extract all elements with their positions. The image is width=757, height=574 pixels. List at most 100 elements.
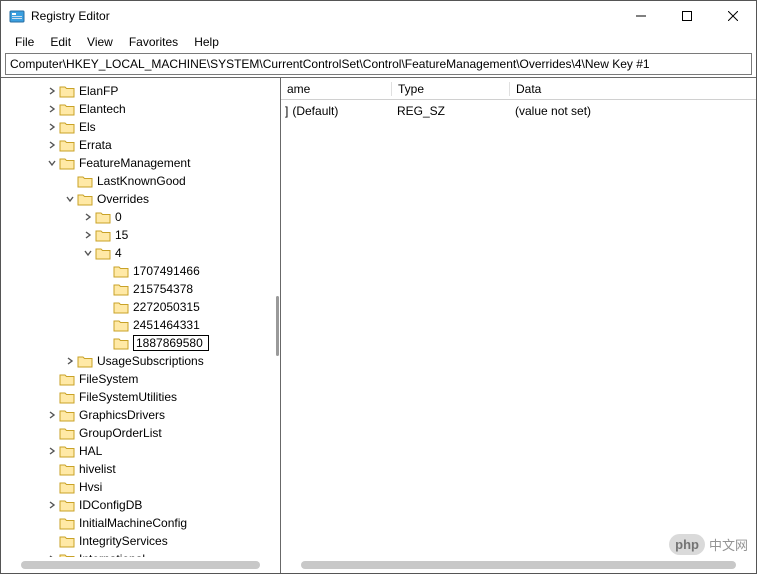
column-headers[interactable]: ame Type Data: [281, 78, 756, 100]
tree-label: FileSystem: [79, 370, 138, 388]
folder-icon: [77, 354, 93, 368]
tree-item-FileSystemUtilities[interactable]: FileSystemUtilities: [1, 388, 280, 406]
tree-item-GroupOrderList[interactable]: GroupOrderList: [1, 424, 280, 442]
expander-icon[interactable]: [63, 195, 77, 203]
expander-icon[interactable]: [45, 105, 59, 113]
tree-item-215754378[interactable]: 215754378: [1, 280, 280, 298]
watermark-php: php: [669, 534, 705, 555]
folder-icon: [59, 552, 75, 557]
maximize-button[interactable]: [664, 1, 710, 31]
menu-favorites[interactable]: Favorites: [121, 33, 186, 51]
expander-icon[interactable]: [45, 447, 59, 455]
folder-icon: [59, 102, 75, 116]
tree-label: GraphicsDrivers: [79, 406, 165, 424]
folder-icon: [59, 498, 75, 512]
tree-view[interactable]: ElanFP Elantech Els Errata: [1, 78, 280, 557]
tree-label: InitialMachineConfig: [79, 514, 187, 532]
expander-icon[interactable]: [63, 357, 77, 365]
tree-item-FileSystem[interactable]: FileSystem: [1, 370, 280, 388]
tree-label: ElanFP: [79, 82, 118, 100]
tree-item-2272050315[interactable]: 2272050315: [1, 298, 280, 316]
expander-icon[interactable]: [45, 555, 59, 557]
expander-icon[interactable]: [45, 87, 59, 95]
close-button[interactable]: [710, 1, 756, 31]
expander-icon[interactable]: [81, 249, 95, 257]
splitter-handle[interactable]: [276, 296, 280, 356]
expander-icon[interactable]: [45, 123, 59, 131]
folder-icon: [77, 174, 93, 188]
folder-icon: [95, 246, 111, 260]
tree-item-1707491466[interactable]: 1707491466: [1, 262, 280, 280]
watermark-cn: 中文网: [709, 535, 748, 554]
col-name[interactable]: ame: [281, 82, 391, 96]
expander-icon[interactable]: [45, 159, 59, 167]
tree-item-Els[interactable]: Els: [1, 118, 280, 136]
value-type-cell: REG_SZ: [391, 104, 509, 118]
expander-icon[interactable]: [81, 231, 95, 239]
expander-icon[interactable]: [45, 141, 59, 149]
menu-help[interactable]: Help: [186, 33, 227, 51]
expander-icon[interactable]: [81, 213, 95, 221]
address-bar[interactable]: Computer\HKEY_LOCAL_MACHINE\SYSTEM\Curre…: [5, 53, 752, 75]
tree-item-ElanFP[interactable]: ElanFP: [1, 82, 280, 100]
tree-item-new-key-editing[interactable]: [1, 334, 280, 352]
titlebar[interactable]: Registry Editor: [1, 1, 756, 31]
tree-panel: ElanFP Elantech Els Errata: [1, 78, 281, 573]
values-h-scrollbar[interactable]: [281, 557, 756, 573]
folder-icon: [77, 192, 93, 206]
tree-item-IDConfigDB[interactable]: IDConfigDB: [1, 496, 280, 514]
folder-icon: [113, 264, 129, 278]
col-type[interactable]: Type: [391, 82, 509, 96]
tree-item-hivelist[interactable]: hivelist: [1, 460, 280, 478]
new-key-name-input[interactable]: [133, 335, 209, 351]
tree-item-0[interactable]: 0: [1, 208, 280, 226]
expander-icon[interactable]: [45, 501, 59, 509]
tree-item-IntegrityServices[interactable]: IntegrityServices: [1, 532, 280, 550]
col-data[interactable]: Data: [509, 82, 756, 96]
window-controls: [618, 1, 756, 31]
tree-label: IntegrityServices: [79, 532, 168, 550]
tree-item-15[interactable]: 15: [1, 226, 280, 244]
tree-label: GroupOrderList: [79, 424, 162, 442]
regedit-icon: [9, 8, 25, 24]
tree-item-International[interactable]: International: [1, 550, 280, 557]
tree-item-InitialMachineConfig[interactable]: InitialMachineConfig: [1, 514, 280, 532]
tree-item-overrides[interactable]: Overrides: [1, 190, 280, 208]
tree-item-Errata[interactable]: Errata: [1, 136, 280, 154]
menu-edit[interactable]: Edit: [42, 33, 79, 51]
tree-label: hivelist: [79, 460, 116, 478]
folder-icon: [59, 480, 75, 494]
folder-icon: [59, 138, 75, 152]
tree-item-Elantech[interactable]: Elantech: [1, 100, 280, 118]
tree-item-featuremanagement[interactable]: FeatureManagement: [1, 154, 280, 172]
minimize-button[interactable]: [618, 1, 664, 31]
expander-icon[interactable]: [45, 411, 59, 419]
tree-label: Errata: [79, 136, 112, 154]
tree-item-usagesubscriptions[interactable]: UsageSubscriptions: [1, 352, 280, 370]
tree-item-HAL[interactable]: HAL: [1, 442, 280, 460]
tree-label: 215754378: [133, 280, 193, 298]
tree-item-Hvsi[interactable]: Hvsi: [1, 478, 280, 496]
tree-label: 2272050315: [133, 298, 200, 316]
folder-icon: [113, 300, 129, 314]
menu-view[interactable]: View: [79, 33, 121, 51]
tree-item-GraphicsDrivers[interactable]: GraphicsDrivers: [1, 406, 280, 424]
tree-item-4[interactable]: 4: [1, 244, 280, 262]
values-panel: ame Type Data ] (Default) REG_SZ (value …: [281, 78, 756, 573]
menu-file[interactable]: File: [7, 33, 42, 51]
values-list[interactable]: ] (Default) REG_SZ (value not set): [281, 100, 756, 557]
window-title: Registry Editor: [31, 9, 618, 23]
content-area: ElanFP Elantech Els Errata: [1, 77, 756, 573]
tree-h-scrollbar[interactable]: [1, 557, 280, 573]
tree-label: Elantech: [79, 100, 126, 118]
tree-item-lastknowngood[interactable]: LastKnownGood: [1, 172, 280, 190]
tree-label: 1707491466: [133, 262, 200, 280]
folder-icon: [59, 156, 75, 170]
watermark: php 中文网: [669, 534, 748, 555]
tree-label: 15: [115, 226, 128, 244]
value-row-default[interactable]: ] (Default) REG_SZ (value not set): [281, 102, 756, 120]
folder-icon: [59, 426, 75, 440]
folder-icon: [113, 282, 129, 296]
tree-item-2451464331[interactable]: 2451464331: [1, 316, 280, 334]
folder-icon: [59, 84, 75, 98]
